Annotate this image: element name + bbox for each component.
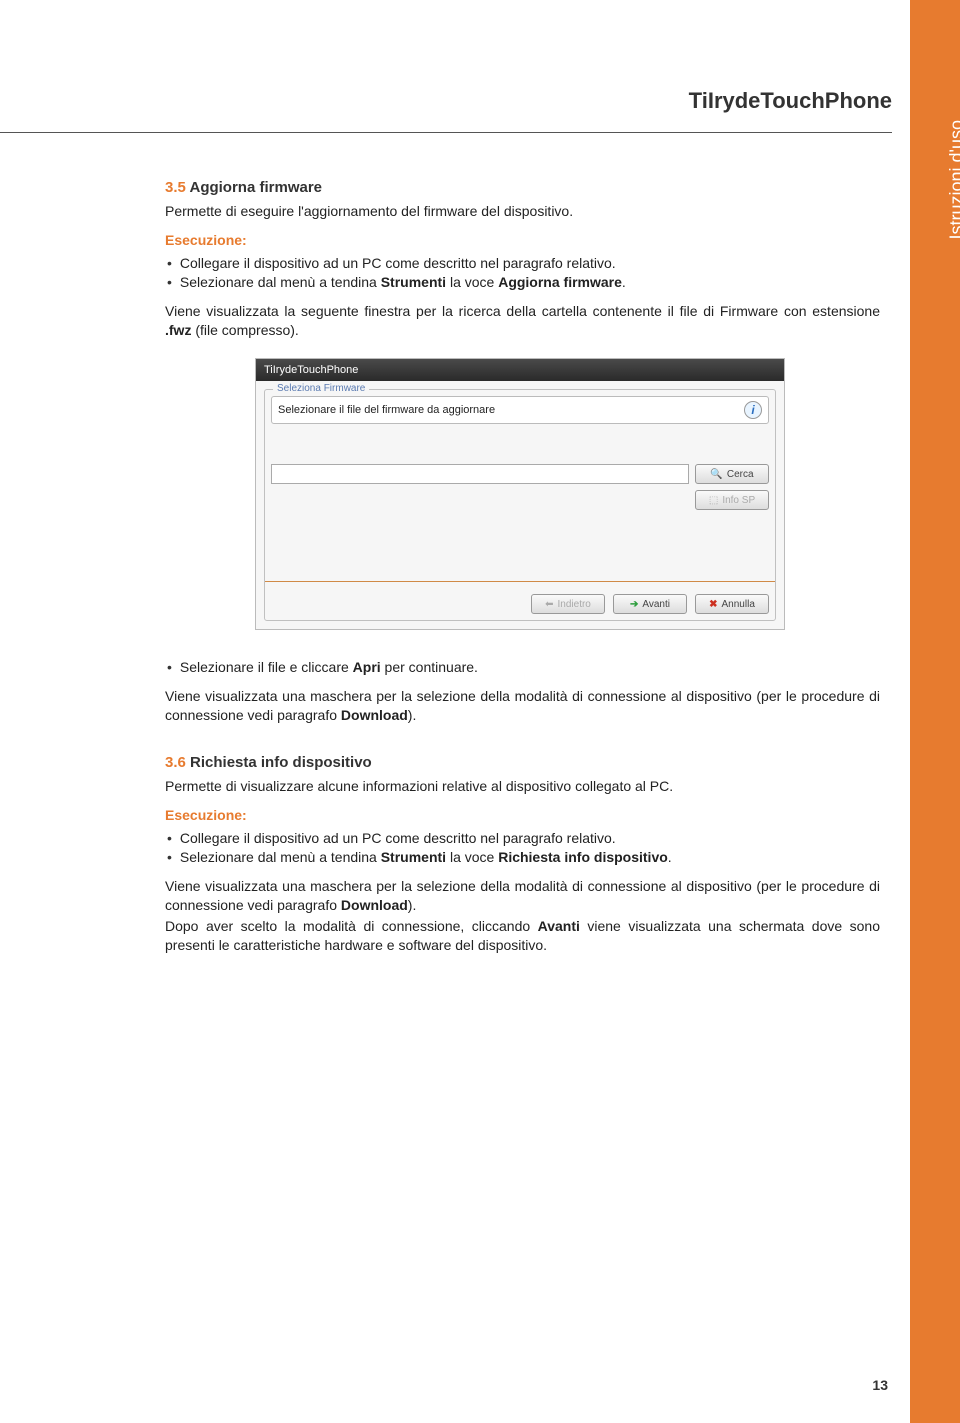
section-heading-36: 3.6 Richiesta info dispositivo — [165, 753, 880, 773]
execution-label: Esecuzione: — [165, 231, 880, 250]
page-title: TiIrydeTouchPhone — [689, 88, 892, 114]
dialog-message: Selezionare il file del firmware da aggi… — [278, 403, 495, 418]
list-item: Collegare il dispositivo ad un PC come d… — [167, 254, 880, 273]
avanti-button[interactable]: ➔Avanti — [613, 594, 687, 614]
indietro-button[interactable]: ⬅Indietro — [531, 594, 605, 614]
info-sp-icon: ⬚ — [709, 494, 718, 508]
bullet-list: Collegare il dispositivo ad un PC come d… — [165, 254, 880, 292]
annulla-button[interactable]: ✖Annulla — [695, 594, 769, 614]
list-item: Selezionare dal menù a tendina Strumenti… — [167, 848, 880, 867]
paragraph: Viene visualizzata una maschera per la s… — [165, 687, 880, 725]
cancel-icon: ✖ — [709, 598, 717, 612]
dialog-titlebar: TiIrydeTouchPhone — [256, 359, 784, 382]
main-content: 3.5 Aggiorna firmware Permette di esegui… — [165, 170, 880, 966]
dialog-separator — [265, 580, 775, 582]
page-number: 13 — [872, 1377, 888, 1393]
info-sp-button[interactable]: ⬚Info SP — [695, 490, 769, 510]
dialog-screenshot: TiIrydeTouchPhone Seleziona Firmware Sel… — [255, 358, 785, 631]
dialog-groupbox: Seleziona Firmware Selezionare il file d… — [264, 389, 776, 621]
groupbox-label: Seleziona Firmware — [273, 382, 369, 396]
paragraph: Dopo aver scelto la modalità di connessi… — [165, 917, 880, 955]
dialog-footer: ⬅Indietro ➔Avanti ✖Annulla — [271, 588, 769, 614]
list-item: Selezionare il file e cliccare Apri per … — [167, 658, 880, 677]
list-item: Selezionare dal menù a tendina Strumenti… — [167, 273, 880, 292]
dialog-message-row: Selezionare il file del firmware da aggi… — [271, 396, 769, 424]
section-heading-35: 3.5 Aggiorna firmware — [165, 178, 880, 198]
info-icon[interactable]: i — [744, 401, 762, 419]
section-title: Aggiorna firmware — [189, 179, 322, 196]
cerca-button[interactable]: 🔍Cerca — [695, 464, 769, 484]
header-rule — [0, 132, 892, 133]
list-item: Collegare il dispositivo ad un PC come d… — [167, 829, 880, 848]
bullet-list: Collegare il dispositivo ad un PC come d… — [165, 829, 880, 867]
section-title: Richiesta info dispositivo — [190, 754, 372, 771]
paragraph: Viene visualizzata la seguente finestra … — [165, 302, 880, 340]
section-intro: Permette di eseguire l'aggiornamento del… — [165, 202, 880, 221]
section-intro: Permette di visualizzare alcune informaz… — [165, 777, 880, 796]
dialog-info-row: ⬚Info SP — [271, 490, 769, 510]
paragraph: Viene visualizzata una maschera per la s… — [165, 877, 880, 915]
section-number: 3.6 — [165, 754, 186, 771]
dialog-search-row: 🔍Cerca — [271, 464, 769, 484]
sidebar-label: Istruzioni d'uso — [946, 120, 960, 240]
sidebar-stripe: Istruzioni d'uso — [910, 0, 960, 1423]
bullet-list: Selezionare il file e cliccare Apri per … — [165, 658, 880, 677]
section-number: 3.5 — [165, 179, 186, 196]
execution-label: Esecuzione: — [165, 806, 880, 825]
dialog-body: Seleziona Firmware Selezionare il file d… — [256, 381, 784, 629]
search-icon: 🔍 — [710, 468, 722, 482]
firmware-path-input[interactable] — [271, 464, 689, 484]
arrow-right-icon: ➔ — [630, 598, 638, 612]
arrow-left-icon: ⬅ — [545, 598, 553, 612]
